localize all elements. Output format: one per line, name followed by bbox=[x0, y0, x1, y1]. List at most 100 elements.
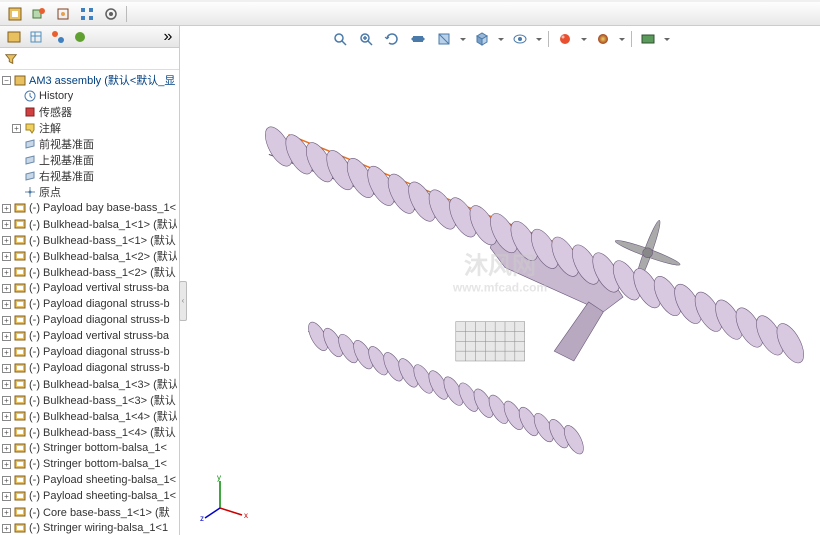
svg-text:y: y bbox=[217, 473, 221, 482]
appearance-dropdown[interactable] bbox=[579, 35, 589, 44]
sketch-button[interactable] bbox=[52, 4, 74, 24]
tree-root-label: AM3 assembly (默认<默认_显 bbox=[29, 72, 175, 88]
part-icon bbox=[13, 457, 27, 471]
expand-panel-button[interactable]: » bbox=[161, 28, 175, 46]
part-icon bbox=[13, 233, 27, 247]
insert-part-button[interactable] bbox=[28, 4, 50, 24]
tree-part-item[interactable]: +(-) Payload sheeting-balsa_1< bbox=[0, 488, 179, 504]
render-button[interactable] bbox=[636, 29, 660, 49]
tree-item-label: 传感器 bbox=[39, 104, 72, 120]
watermark-url: www.mfcad.com bbox=[453, 281, 547, 295]
tree-root[interactable]: −AM3 assembly (默认<默认_显 bbox=[0, 72, 179, 88]
rotate-view-button[interactable] bbox=[380, 29, 404, 49]
zoom-area-button[interactable] bbox=[354, 29, 378, 49]
render-dropdown[interactable] bbox=[662, 35, 672, 44]
part-icon bbox=[13, 201, 27, 215]
annotation-icon bbox=[23, 121, 37, 135]
part-icon bbox=[13, 345, 27, 359]
tree-part-label: (-) Payload sheeting-balsa_1< bbox=[29, 474, 176, 486]
tree-part-label: (-) Bulkhead-balsa_1<1> (默认 bbox=[29, 216, 177, 232]
part-icon bbox=[13, 521, 27, 535]
hide-show-button[interactable] bbox=[508, 29, 532, 49]
tree-item-history[interactable]: History bbox=[0, 88, 179, 104]
tree-part-item[interactable]: +(-) Bulkhead-bass_1<3> (默认 bbox=[0, 392, 179, 408]
tree-part-item[interactable]: +(-) Bulkhead-bass_1<2> (默认 bbox=[0, 264, 179, 280]
tree-part-item[interactable]: +(-) Payload bay base-bass_1< bbox=[0, 200, 179, 216]
part-icon bbox=[13, 505, 27, 519]
config-tab[interactable] bbox=[26, 28, 46, 46]
pattern-button[interactable] bbox=[76, 4, 98, 24]
side-tab-bar: » bbox=[0, 26, 179, 48]
tree-part-item[interactable]: +(-) Payload diagonal struss-b bbox=[0, 360, 179, 376]
panel-splitter[interactable]: ‹ bbox=[180, 26, 186, 535]
tree-item-plane[interactable]: 右视基准面 bbox=[0, 168, 179, 184]
tree-part-item[interactable]: +(-) Stringer bottom-balsa_1< bbox=[0, 440, 179, 456]
part-icon bbox=[13, 409, 27, 423]
feature-tree-tab[interactable] bbox=[4, 28, 24, 46]
property-tab[interactable] bbox=[48, 28, 68, 46]
tree-part-item[interactable]: +(-) Stringer bottom-balsa_1< bbox=[0, 456, 179, 472]
tree-part-item[interactable]: +(-) Payload sheeting-balsa_1< bbox=[0, 472, 179, 488]
tree-part-item[interactable]: +(-) Payload vertival struss-ba bbox=[0, 328, 179, 344]
tree-part-label: (-) Stringer bottom-balsa_1< bbox=[29, 458, 167, 470]
tree-item-label: 上视基准面 bbox=[39, 152, 94, 168]
tree-part-item[interactable]: +(-) Bulkhead-balsa_1<3> (默认 bbox=[0, 376, 179, 392]
tree-part-item[interactable]: +(-) Bulkhead-bass_1<4> (默认 bbox=[0, 424, 179, 440]
tree-part-label: (-) Stringer wiring-balsa_1<1 bbox=[29, 522, 168, 534]
tree-part-label: (-) Bulkhead-balsa_1<4> (默认 bbox=[29, 408, 177, 424]
tree-item-plane[interactable]: 前视基准面 bbox=[0, 136, 179, 152]
tree-item-annotation[interactable]: +注解 bbox=[0, 120, 179, 136]
tree-part-item[interactable]: +(-) Payload diagonal struss-b bbox=[0, 296, 179, 312]
tree-part-item[interactable]: +(-) Bulkhead-balsa_1<4> (默认 bbox=[0, 408, 179, 424]
tree-item-plane[interactable]: 上视基准面 bbox=[0, 152, 179, 168]
section-view-button[interactable] bbox=[432, 29, 456, 49]
watermark-text: 沐风网 bbox=[464, 253, 536, 280]
part-icon bbox=[13, 329, 27, 343]
plane-icon bbox=[23, 169, 37, 183]
tree-part-item[interactable]: +(-) Bulkhead-balsa_1<2> (默认 bbox=[0, 248, 179, 264]
tree-part-label: (-) Payload sheeting-balsa_1< bbox=[29, 490, 176, 502]
tree-part-label: (-) Payload vertival struss-ba bbox=[29, 330, 169, 342]
tree-part-item[interactable]: +(-) Payload vertival struss-ba bbox=[0, 280, 179, 296]
scene-button[interactable] bbox=[591, 29, 615, 49]
watermark: 沐风网 www.mfcad.com bbox=[453, 246, 547, 295]
display-style-button[interactable] bbox=[470, 29, 494, 49]
sensor-icon bbox=[23, 105, 37, 119]
tree-item-sensor[interactable]: 传感器 bbox=[0, 104, 179, 120]
scene-dropdown[interactable] bbox=[617, 35, 627, 44]
configure-button[interactable] bbox=[100, 4, 122, 24]
section-dropdown[interactable] bbox=[458, 35, 468, 44]
tree-item-label: 原点 bbox=[39, 184, 61, 200]
svg-text:z: z bbox=[200, 514, 204, 523]
plane-icon bbox=[23, 153, 37, 167]
assembly-button[interactable] bbox=[4, 4, 26, 24]
tree-part-item[interactable]: +(-) Bulkhead-bass_1<1> (默认 bbox=[0, 232, 179, 248]
tree-part-item[interactable]: +(-) Payload diagonal struss-b bbox=[0, 344, 179, 360]
tree-part-label: (-) Payload bay base-bass_1< bbox=[29, 202, 176, 214]
view-toolbar bbox=[328, 28, 672, 50]
tree-part-label: (-) Bulkhead-balsa_1<3> (默认 bbox=[29, 376, 177, 392]
tree-part-item[interactable]: +(-) Core base-bass_1<1> (默 bbox=[0, 504, 179, 520]
part-icon bbox=[13, 265, 27, 279]
tree-part-item[interactable]: +(-) Payload diagonal struss-b bbox=[0, 312, 179, 328]
display-dropdown[interactable] bbox=[496, 35, 506, 44]
tree-part-label: (-) Payload vertival struss-ba bbox=[29, 282, 169, 294]
tree-part-item[interactable]: +(-) Stringer wiring-balsa_1<1 bbox=[0, 520, 179, 535]
tree-item-origin[interactable]: 原点 bbox=[0, 184, 179, 200]
display-tab[interactable] bbox=[70, 28, 90, 46]
tree-part-label: (-) Payload diagonal struss-b bbox=[29, 346, 170, 358]
tree-item-label: History bbox=[39, 90, 73, 102]
tree-part-item[interactable]: +(-) Bulkhead-balsa_1<1> (默认 bbox=[0, 216, 179, 232]
tree-part-label: (-) Payload diagonal struss-b bbox=[29, 314, 170, 326]
part-icon bbox=[13, 281, 27, 295]
hideshow-dropdown[interactable] bbox=[534, 35, 544, 44]
viewport[interactable]: 沐风网 www.mfcad.com x y z bbox=[180, 26, 820, 535]
part-icon bbox=[13, 361, 27, 375]
tree-part-label: (-) Payload diagonal struss-b bbox=[29, 298, 170, 310]
part-icon bbox=[13, 393, 27, 407]
view-triad[interactable]: x y z bbox=[200, 473, 250, 523]
zoom-fit-button[interactable] bbox=[328, 29, 352, 49]
appearance-button[interactable] bbox=[553, 29, 577, 49]
tree-part-label: (-) Bulkhead-bass_1<3> (默认 bbox=[29, 392, 176, 408]
pan-button[interactable] bbox=[406, 29, 430, 49]
